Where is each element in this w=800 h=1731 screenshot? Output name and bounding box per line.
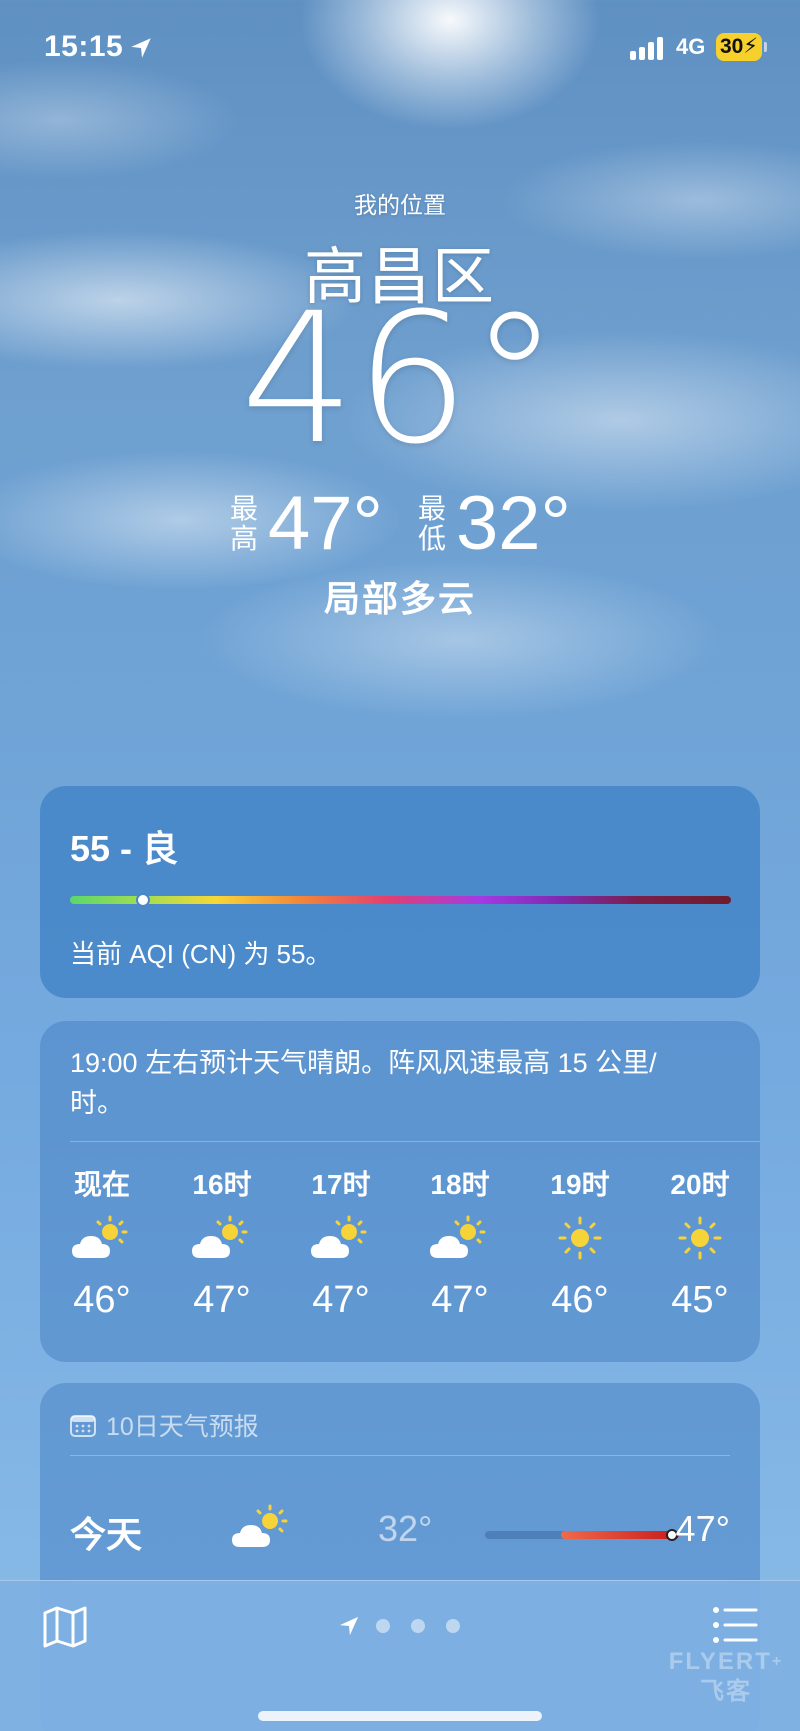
aqi-card[interactable]: 55 - 良 当前 AQI (CN) 为 55。 [40,786,760,998]
status-bar: 15:15 4G 30⚡ [0,0,800,95]
aqi-scale-bar [70,893,731,907]
aqi-level-marker [135,893,150,907]
hour-item: 现在 46° [42,1163,162,1322]
watermark-subtext: 飞客 [700,1678,752,1705]
hour-label: 19时 [550,1169,610,1200]
divider [70,1141,760,1142]
hourly-summary: 19:00 左右预计天气晴朗。阵风风速最高 15 公里/时。 [70,1048,657,1118]
hour-item: 19时 46° [520,1163,640,1322]
sun-icon [520,1203,640,1273]
watermark-text: FLYERT [668,1648,772,1675]
forecast-high: 47° [675,1508,730,1549]
divider [70,1455,730,1456]
hour-label: 20时 [670,1169,730,1200]
hour-temp: 47° [431,1279,489,1321]
aqi-title: 55 - 良 [70,828,179,869]
list-icon[interactable] [712,1605,758,1645]
location-arrow-icon [131,38,151,58]
aqi-description: 当前 AQI (CN) 为 55。 [70,939,332,969]
hourly-forecast-card[interactable]: 19:00 左右预计天气晴朗。阵风风速最高 15 公里/时。 现在 46° 16… [40,1021,760,1362]
hour-label: 现在 [73,1169,130,1200]
my-location-label: 我的位置 [354,192,446,218]
hour-temp: 46° [73,1279,131,1321]
hour-item: 17时 47° [281,1163,401,1322]
signal-icon [630,36,668,60]
forecast-header: 10日天气预报 [70,1405,259,1445]
map-icon[interactable] [42,1603,88,1649]
charging-bolt-icon: ⚡ [743,35,759,58]
weather-condition: 局部多云 [323,578,476,619]
forecast-low: 32° [378,1508,433,1549]
high-label: 最高 [229,493,258,554]
low-label: 最低 [417,493,446,554]
hour-temp: 45° [671,1279,729,1321]
hour-label: 18时 [430,1169,490,1200]
calendar-icon [70,1415,96,1437]
forecast-day-label: 今天 [70,1514,143,1555]
page-dot[interactable] [411,1619,425,1633]
location-arrow-icon [339,1616,359,1636]
hour-item: 16时 47° [162,1163,282,1322]
temperature-range-bar [485,1529,679,1541]
hour-item: 18时 47° [400,1163,520,1322]
hour-temp: 47° [193,1279,251,1321]
partly-cloudy-icon [400,1203,520,1273]
hour-temp: 46° [551,1279,609,1321]
home-indicator[interactable] [258,1711,542,1721]
partly-cloudy-icon [42,1203,162,1273]
high-low: 最高 47° 最低 32° [0,484,800,564]
page-dot[interactable] [376,1619,390,1633]
forecast-day-row[interactable]: 今天 32° 47° [70,1478,730,1588]
battery-icon: 30⚡ [716,33,762,61]
network-type: 4G [676,34,706,59]
partly-cloudy-icon [230,1503,294,1556]
hour-label: 16时 [192,1169,252,1200]
low-temp: 32° [456,481,571,566]
partly-cloudy-icon [281,1203,401,1273]
battery-cap [764,42,767,52]
hour-temp: 47° [312,1279,370,1321]
watermark-logo: FLYERT+ 飞客 [666,1647,786,1707]
high-temp: 47° [268,481,383,566]
battery-level: 30 [719,35,744,58]
bottom-toolbar: FLYERT+ 飞客 [0,1580,800,1731]
current-temperature: 46° [240,275,560,484]
forecast-title: 10日天气预报 [106,1413,259,1441]
hour-label: 17时 [311,1169,371,1200]
partly-cloudy-icon [162,1203,282,1273]
page-dot[interactable] [446,1619,460,1633]
page-indicator[interactable] [338,1613,481,1639]
temperature-range-fill [561,1531,679,1539]
sun-icon [640,1203,760,1273]
hour-item: 20时 45° [640,1163,760,1322]
status-time: 15:15 [44,30,124,63]
